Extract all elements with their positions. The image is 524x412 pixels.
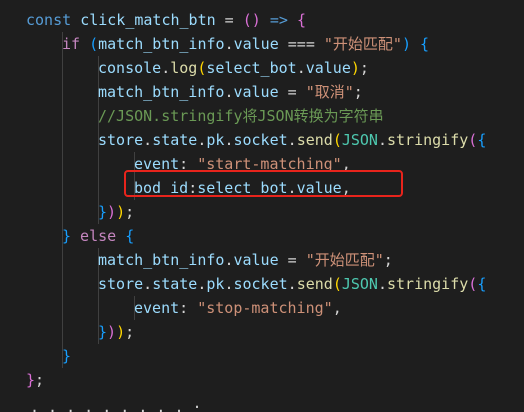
code-token: . bbox=[287, 275, 297, 293]
code-line[interactable]: } bbox=[62, 344, 71, 368]
code-token: { bbox=[477, 131, 487, 149]
code-token: value bbox=[233, 83, 279, 101]
code-line[interactable]: match_btn_info.value = "开始匹配"; bbox=[98, 248, 393, 272]
code-token: match_btn_info bbox=[98, 35, 225, 53]
code-token: click_match_btn bbox=[80, 11, 216, 29]
code-token: } bbox=[62, 227, 72, 245]
code-token: . bbox=[143, 131, 153, 149]
code-token: } bbox=[98, 203, 108, 221]
code-token: { bbox=[296, 11, 306, 29]
code-token: ) bbox=[107, 203, 117, 221]
code-token: event bbox=[134, 299, 180, 317]
code-token: ( bbox=[89, 35, 99, 53]
code-line[interactable]: store.state.pk.socket.send(JSON.stringif… bbox=[98, 128, 486, 152]
code-token: console bbox=[98, 59, 162, 77]
code-token: . bbox=[377, 275, 387, 293]
code-token: stringify bbox=[387, 275, 469, 293]
code-token: => bbox=[260, 11, 297, 29]
code-token: //JSON.stringify将JSON转换为字符串 bbox=[98, 107, 384, 125]
code-token: ) bbox=[350, 59, 360, 77]
code-token: = bbox=[215, 11, 243, 29]
code-editor[interactable]: . . . . ( const click_match_btn = () => … bbox=[0, 0, 524, 412]
code-token: . bbox=[296, 59, 306, 77]
code-token: , bbox=[332, 299, 342, 317]
code-token: "取消" bbox=[305, 83, 354, 101]
code-token: const bbox=[26, 11, 81, 29]
code-token: ( bbox=[468, 131, 478, 149]
code-token: ; bbox=[353, 83, 363, 101]
code-token: socket bbox=[233, 131, 288, 149]
code-token: pk bbox=[206, 131, 225, 149]
code-line[interactable]: match_btn_info.value = "取消"; bbox=[98, 80, 363, 104]
code-token: : bbox=[179, 299, 198, 317]
code-token: ( bbox=[332, 275, 342, 293]
code-token: send bbox=[296, 275, 333, 293]
code-token: ; bbox=[125, 323, 135, 341]
code-token: value bbox=[305, 59, 351, 77]
code-token: send bbox=[296, 131, 333, 149]
code-token: } bbox=[62, 347, 72, 365]
code-token: stringify bbox=[387, 131, 469, 149]
code-token: JSON bbox=[341, 275, 378, 293]
code-token: === bbox=[278, 35, 324, 53]
code-token: ; bbox=[383, 251, 393, 269]
code-token: ( bbox=[332, 131, 342, 149]
code-token: () bbox=[242, 11, 261, 29]
code-line[interactable]: //JSON.stringify将JSON转换为字符串 bbox=[98, 104, 384, 128]
code-token: select_bot bbox=[206, 59, 297, 77]
code-line[interactable]: })); bbox=[98, 200, 134, 224]
code-token: . bbox=[161, 59, 171, 77]
code-token: . bbox=[287, 131, 297, 149]
code-token: = bbox=[278, 251, 306, 269]
code-token: pk bbox=[206, 275, 225, 293]
code-line[interactable]: })); bbox=[98, 320, 134, 344]
code-token: { bbox=[477, 275, 487, 293]
code-line[interactable]: const click_match_btn = () => { bbox=[26, 8, 306, 32]
code-token: } bbox=[26, 371, 36, 389]
code-token: "stop-matching" bbox=[197, 299, 333, 317]
code-token: store bbox=[98, 131, 144, 149]
code-token: ) bbox=[107, 323, 117, 341]
code-line[interactable]: }; bbox=[26, 368, 44, 392]
code-token: log bbox=[170, 59, 198, 77]
code-token: ; bbox=[125, 203, 135, 221]
code-line[interactable]: store.state.pk.socket.send(JSON.stringif… bbox=[98, 272, 486, 296]
code-token: state bbox=[152, 275, 198, 293]
code-token: } bbox=[98, 323, 108, 341]
code-token: . bbox=[143, 275, 153, 293]
code-token: value bbox=[233, 251, 279, 269]
code-token: ; bbox=[359, 59, 369, 77]
code-token: . bbox=[224, 35, 234, 53]
code-line[interactable]: if (match_btn_info.value === "开始匹配") { bbox=[62, 32, 429, 56]
code-token: value bbox=[233, 35, 279, 53]
code-line[interactable]: } else { bbox=[62, 224, 134, 248]
code-token: ) bbox=[116, 203, 126, 221]
code-token: { bbox=[420, 35, 430, 53]
code-token: { bbox=[125, 227, 135, 245]
code-token: JSON bbox=[341, 131, 378, 149]
code-token: match_btn_info bbox=[98, 83, 225, 101]
code-token: socket bbox=[233, 275, 288, 293]
code-token: store bbox=[98, 275, 144, 293]
code-token: state bbox=[152, 131, 198, 149]
code-token: ( bbox=[468, 275, 478, 293]
code-token: . bbox=[377, 131, 387, 149]
code-token: ) bbox=[401, 35, 411, 53]
code-line[interactable]: event: "stop-matching", bbox=[134, 296, 342, 320]
code-token: match_btn_info bbox=[98, 251, 225, 269]
code-token: "开始匹配" bbox=[305, 251, 384, 269]
code-token: = bbox=[278, 83, 306, 101]
code-token: else bbox=[71, 227, 126, 245]
code-token: ; bbox=[35, 371, 45, 389]
code-token: ) bbox=[116, 323, 126, 341]
indent-guide bbox=[62, 32, 63, 368]
code-token: if bbox=[62, 35, 90, 53]
code-line[interactable]: console.log(select_bot.value); bbox=[98, 56, 369, 80]
clipped-bottom-line: . . . . . . . . . · bbox=[30, 398, 202, 412]
clipped-top-line: . . . . ( bbox=[40, 0, 121, 2]
highlight-box bbox=[124, 170, 403, 197]
code-token: "开始匹配" bbox=[323, 35, 402, 53]
